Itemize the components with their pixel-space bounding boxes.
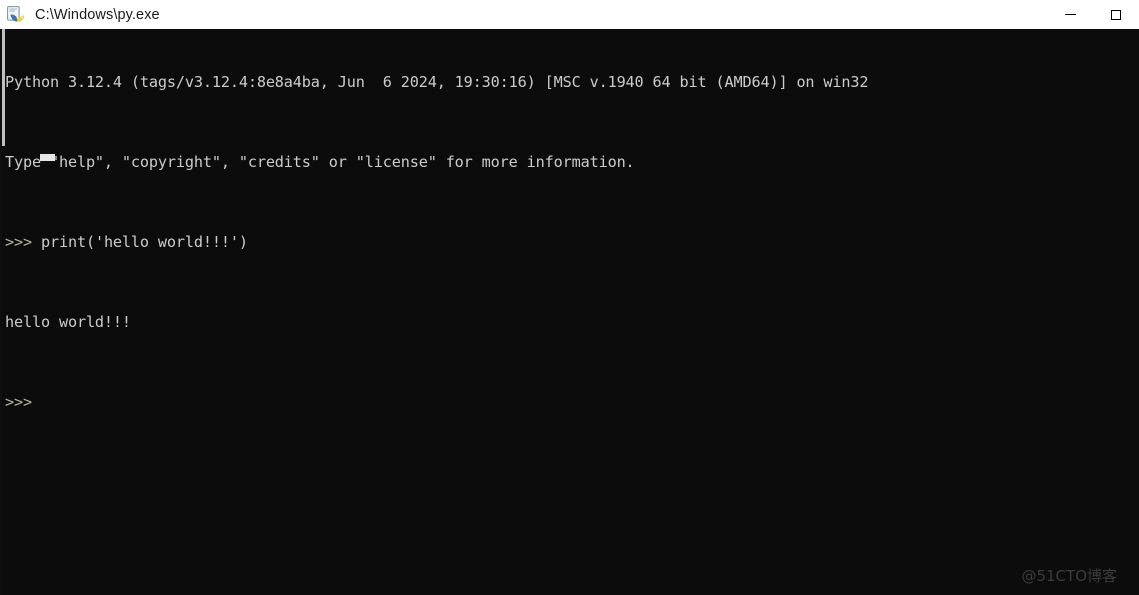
console-line-text: Type "help", "copyright", "credits" or "… [5,153,635,171]
console-window: C:\Windows\py.exe Python 3.12.4 (tags/v3… [0,0,1139,595]
window-controls [1047,0,1139,29]
console-text-buffer: Python 3.12.4 (tags/v3.12.4:8e8a4ba, Jun… [5,32,869,452]
python-prompt: >>> [5,233,41,251]
window-title: C:\Windows\py.exe [35,6,160,23]
console-line: hello world!!! [5,312,868,332]
console-line: >>> [5,392,868,412]
console-line-text: hello world!!! [5,313,131,331]
maximize-icon [1111,9,1121,20]
title-bar-left: C:\Windows\py.exe [0,5,160,24]
minimize-button[interactable] [1047,0,1093,29]
python-prompt: >>> [5,393,41,411]
python-launcher-icon [7,5,25,24]
console-line: Type "help", "copyright", "credits" or "… [5,152,868,172]
text-cursor [40,154,55,161]
console-line-text: Python 3.12.4 (tags/v3.12.4:8e8a4ba, Jun… [5,73,869,91]
console-output-area[interactable]: Python 3.12.4 (tags/v3.12.4:8e8a4ba, Jun… [0,29,1139,595]
console-line: >>> print('hello world!!!') [5,232,868,252]
watermark-label: @51CTO博客 [1021,567,1117,585]
console-line: Python 3.12.4 (tags/v3.12.4:8e8a4ba, Jun… [5,72,869,92]
console-line-text: print('hello world!!!') [40,233,248,251]
title-bar[interactable]: C:\Windows\py.exe [0,0,1139,29]
maximize-button[interactable] [1093,0,1139,29]
minimize-icon [1064,14,1076,15]
